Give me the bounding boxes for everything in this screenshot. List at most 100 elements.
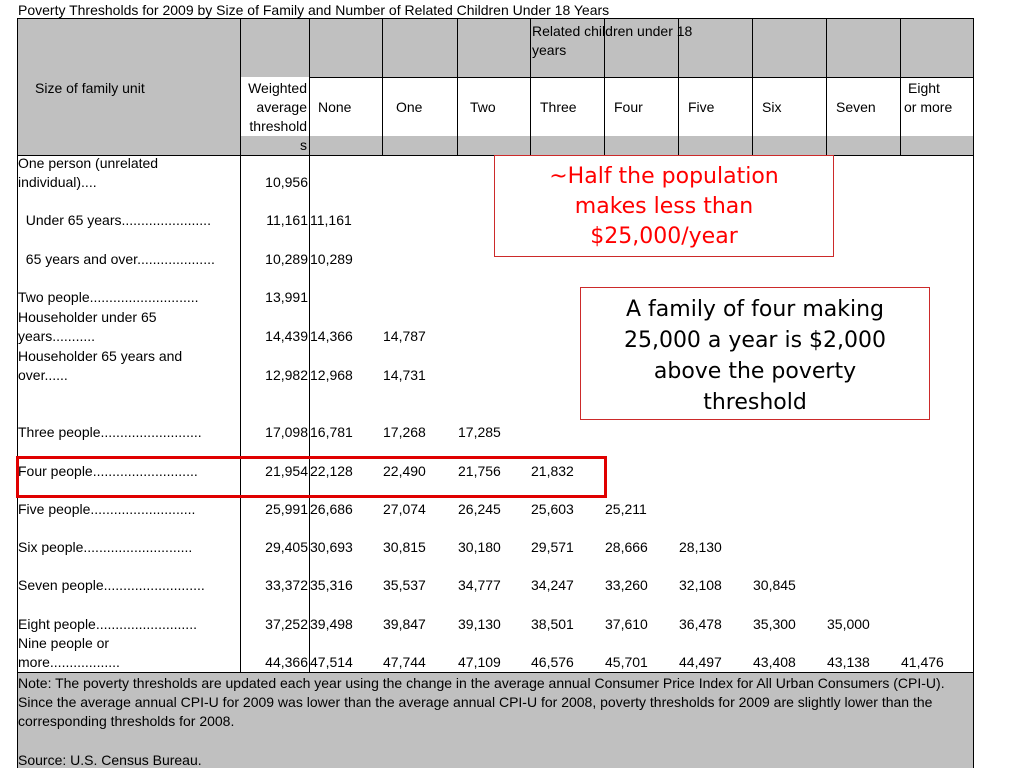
row-10-val-2: 34,777 xyxy=(458,577,501,593)
row-4-val-0: 14,366 xyxy=(310,328,353,344)
row-10-val-4: 33,260 xyxy=(605,577,648,593)
header-col-one: One xyxy=(396,99,423,115)
row-11-val-0: 39,498 xyxy=(310,616,353,632)
row-label-4-b: years........... xyxy=(18,328,96,344)
row-8-val-0: 26,686 xyxy=(310,501,353,517)
row-label-2: 65 years and over.................... xyxy=(18,251,215,267)
rule-header-col-3 xyxy=(382,18,383,155)
callout-family-of-four-line-1: A family of four making xyxy=(626,297,884,322)
header-col-three: Three xyxy=(540,99,577,115)
header-size-label: Size of family unit xyxy=(35,80,145,96)
row-10-val-1: 35,537 xyxy=(383,577,426,593)
row-12-val-1: 47,744 xyxy=(383,654,426,670)
row-avg-4: 14,439 xyxy=(265,328,308,344)
row-12-val-6: 43,408 xyxy=(753,654,796,670)
page-title: Poverty Thresholds for 2009 by Size of F… xyxy=(18,2,610,18)
row-avg-10: 33,372 xyxy=(265,577,308,593)
rule-note-col-1 xyxy=(973,672,974,768)
row-11-val-1: 39,847 xyxy=(383,616,426,632)
callout-half-population-line-2: makes less than xyxy=(574,194,754,219)
header-related-2: years xyxy=(532,42,567,58)
row-9-val-4: 28,666 xyxy=(605,539,648,555)
row-label-5-b: over...... xyxy=(18,367,68,383)
callout-family-of-four-line-3: above the poverty xyxy=(653,359,857,384)
row-label-5-a: Householder 65 years and xyxy=(18,348,183,364)
callout-half-population-line-1: ~Half the population xyxy=(549,164,779,189)
rule-header-col-2 xyxy=(309,18,310,155)
row-12-val-8: 41,476 xyxy=(901,654,944,670)
row-avg-8: 25,991 xyxy=(265,501,308,517)
row-label-12-a: Nine people or xyxy=(18,635,110,651)
four-people-highlight xyxy=(16,456,607,498)
header-band-bottom xyxy=(17,136,973,155)
row-11-val-6: 35,300 xyxy=(753,616,796,632)
row-1-val-0: 11,161 xyxy=(310,212,352,228)
row-11-val-5: 36,478 xyxy=(679,616,722,632)
header-col-seven: Seven xyxy=(836,99,876,115)
row-9-val-3: 29,571 xyxy=(531,539,574,555)
header-eight-2: or more xyxy=(904,99,953,115)
rule-header-col-10 xyxy=(900,18,901,155)
rule-table-bottom xyxy=(17,672,974,673)
row-avg-9: 29,405 xyxy=(265,539,308,555)
header-weighted-1: Weighted xyxy=(248,80,307,96)
source-line: Source: U.S. Census Bureau. xyxy=(18,752,202,768)
row-10-val-5: 32,108 xyxy=(679,577,722,593)
header-weighted-3: threshold xyxy=(249,118,307,134)
row-avg-2: 10,289 xyxy=(265,251,308,267)
row-12-val-7: 43,138 xyxy=(827,654,870,670)
header-related-1: Related children under 18 xyxy=(532,23,693,39)
row-label-0-b: individual).... xyxy=(18,174,97,190)
row-8-val-3: 25,603 xyxy=(531,501,574,517)
rule-header-col-5 xyxy=(530,18,531,155)
row-8-val-1: 27,074 xyxy=(383,501,426,517)
callout-family-of-four-line-4: threshold xyxy=(703,390,807,415)
row-avg-11: 37,252 xyxy=(265,616,308,632)
rule-header-mid xyxy=(309,77,973,78)
row-avg-6: 17,098 xyxy=(265,424,308,440)
row-avg-5: 12,982 xyxy=(265,367,308,383)
rule-header-col-8 xyxy=(752,18,753,155)
header-band-top xyxy=(17,18,973,77)
header-col-two: Two xyxy=(470,99,496,115)
rule-header-col-11 xyxy=(973,18,974,155)
row-10-val-3: 34,247 xyxy=(531,577,574,593)
row-9-val-2: 30,180 xyxy=(458,539,501,555)
row-11-val-4: 37,610 xyxy=(605,616,648,632)
row-12-val-4: 45,701 xyxy=(605,654,648,670)
callout-family-of-four: A family of four making 25,000 a year is… xyxy=(580,287,930,420)
callout-half-population-line-3: $25,000/year xyxy=(590,224,738,249)
rule-top xyxy=(17,18,974,19)
note-block: Note: The poverty thresholds are updated… xyxy=(18,675,945,729)
row-9-val-5: 28,130 xyxy=(679,539,722,555)
rule-header-col-9 xyxy=(826,18,827,155)
header-col-none: None xyxy=(318,99,352,115)
rule-header-col-0 xyxy=(17,18,18,155)
row-label-12-b: more.................. xyxy=(18,654,120,670)
row-label-6: Three people.......................... xyxy=(18,424,202,440)
row-avg-3: 13,991 xyxy=(265,289,308,305)
row-label-1: Under 65 years....................... xyxy=(18,212,211,228)
header-col-six: Six xyxy=(762,99,782,115)
header-eight-1: Eight xyxy=(908,80,940,96)
row-9-val-0: 30,693 xyxy=(310,539,353,555)
row-label-8: Five people........................... xyxy=(18,501,196,517)
row-label-9: Six people............................ xyxy=(18,539,193,555)
row-8-val-4: 25,211 xyxy=(605,501,647,517)
row-6-val-0: 16,781 xyxy=(310,424,353,440)
row-9-val-1: 30,815 xyxy=(383,539,426,555)
row-6-val-2: 17,285 xyxy=(458,424,501,440)
row-label-10: Seven people.......................... xyxy=(18,577,205,593)
row-5-val-0: 12,968 xyxy=(310,367,353,383)
row-11-val-7: 35,000 xyxy=(827,616,870,632)
row-avg-1: 11,161 xyxy=(266,212,308,228)
rule-body-col-3 xyxy=(973,155,974,672)
row-avg-12: 44,366 xyxy=(265,654,308,670)
header-weighted-4: s xyxy=(300,137,307,153)
row-10-val-6: 30,845 xyxy=(753,577,796,593)
row-label-3: Two people............................ xyxy=(18,289,199,305)
row-12-val-3: 46,576 xyxy=(531,654,574,670)
row-avg-0: 10,956 xyxy=(265,174,308,190)
header-col-five: Five xyxy=(688,99,715,115)
header-weighted-2: average xyxy=(256,99,307,115)
